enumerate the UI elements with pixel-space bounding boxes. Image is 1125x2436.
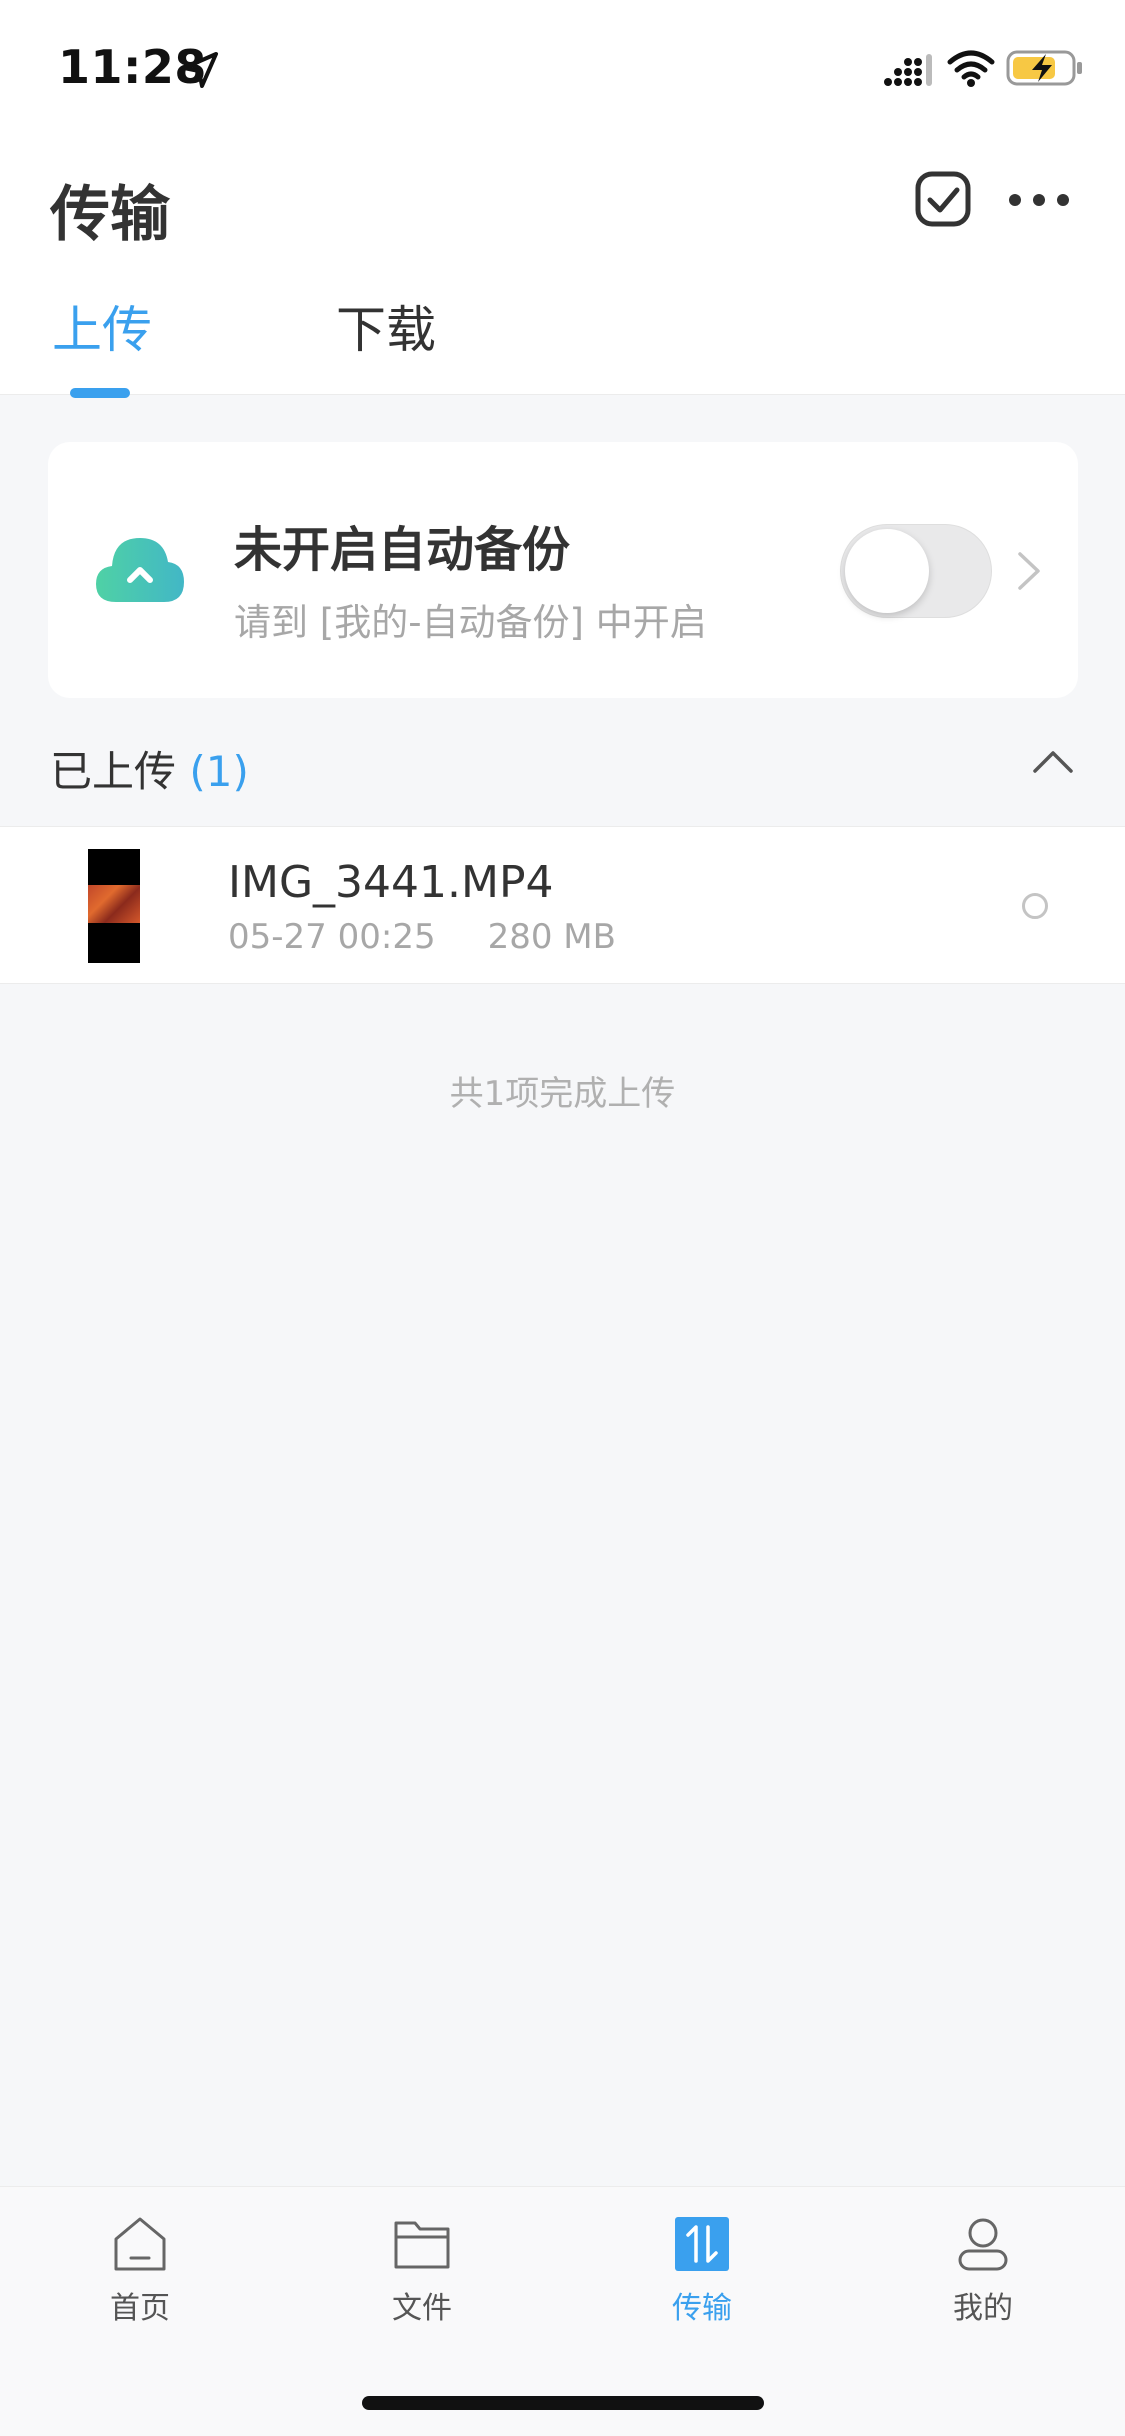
tabbar-item-mine[interactable]: 我的 — [903, 2215, 1063, 2327]
folder-icon — [394, 2221, 450, 2269]
tabbar-label-home: 首页 — [110, 2291, 170, 2326]
upload-complete-note: 共1项完成上传 — [449, 1074, 676, 1114]
cellular-signal-icon — [884, 54, 932, 86]
tabbar-item-files[interactable]: 文件 — [342, 2215, 502, 2327]
home-icon — [114, 2217, 166, 2271]
tabbar-item-home[interactable]: 首页 — [60, 2215, 220, 2327]
status-bar: 11:28 — [0, 0, 1125, 140]
tabbar-label-transfer: 传输 — [672, 2291, 732, 2326]
chevron-right-icon[interactable] — [1016, 550, 1042, 592]
section-label: 已上传 — [50, 747, 177, 796]
auto-backup-card[interactable]: 未开启自动备份 请到 [我的-自动备份] 中开启 — [48, 442, 1078, 698]
tab-upload[interactable]: 上传 — [52, 290, 152, 362]
more-options-icon[interactable] — [1006, 180, 1072, 220]
section-count: (1) — [189, 747, 249, 796]
wifi-icon — [947, 50, 995, 87]
tabbar-item-transfer[interactable]: 传输 — [622, 2215, 782, 2327]
cloud-upload-icon — [96, 538, 184, 602]
file-date: 05-27 00:25 — [228, 917, 436, 957]
select-radio[interactable] — [1022, 893, 1048, 919]
backup-status-title: 未开启自动备份 — [234, 522, 571, 578]
thumbnail-image — [88, 885, 140, 923]
transfer-icon — [675, 2217, 729, 2271]
page-title: 传输 — [50, 180, 170, 250]
auto-backup-toggle[interactable] — [840, 524, 992, 618]
video-thumbnail — [88, 849, 140, 963]
header: 传输 上传 下载 — [0, 140, 1125, 398]
tabbar-label-files: 文件 — [392, 2291, 452, 2326]
backup-hint: 请到 [我的-自动备份] 中开启 — [234, 601, 707, 644]
battery-charging-icon — [1006, 50, 1082, 86]
select-check-icon[interactable] — [914, 170, 972, 228]
file-meta: 05-27 00:25 280 MB — [228, 917, 616, 957]
toggle-knob — [845, 529, 929, 613]
tab-active-indicator — [70, 388, 130, 398]
uploaded-section-header: 已上传 (1) — [50, 738, 249, 799]
tab-download[interactable]: 下载 — [336, 290, 436, 362]
file-name: IMG_3441.MP4 — [228, 857, 554, 908]
file-row[interactable]: IMG_3441.MP4 05-27 00:25 280 MB — [0, 826, 1125, 984]
profile-icon — [958, 2218, 1008, 2271]
chevron-up-icon[interactable] — [1032, 748, 1074, 774]
location-arrow-icon — [182, 52, 218, 88]
file-size: 280 MB — [487, 917, 616, 957]
tabbar-label-mine: 我的 — [953, 2291, 1013, 2326]
home-indicator[interactable] — [362, 2396, 764, 2410]
